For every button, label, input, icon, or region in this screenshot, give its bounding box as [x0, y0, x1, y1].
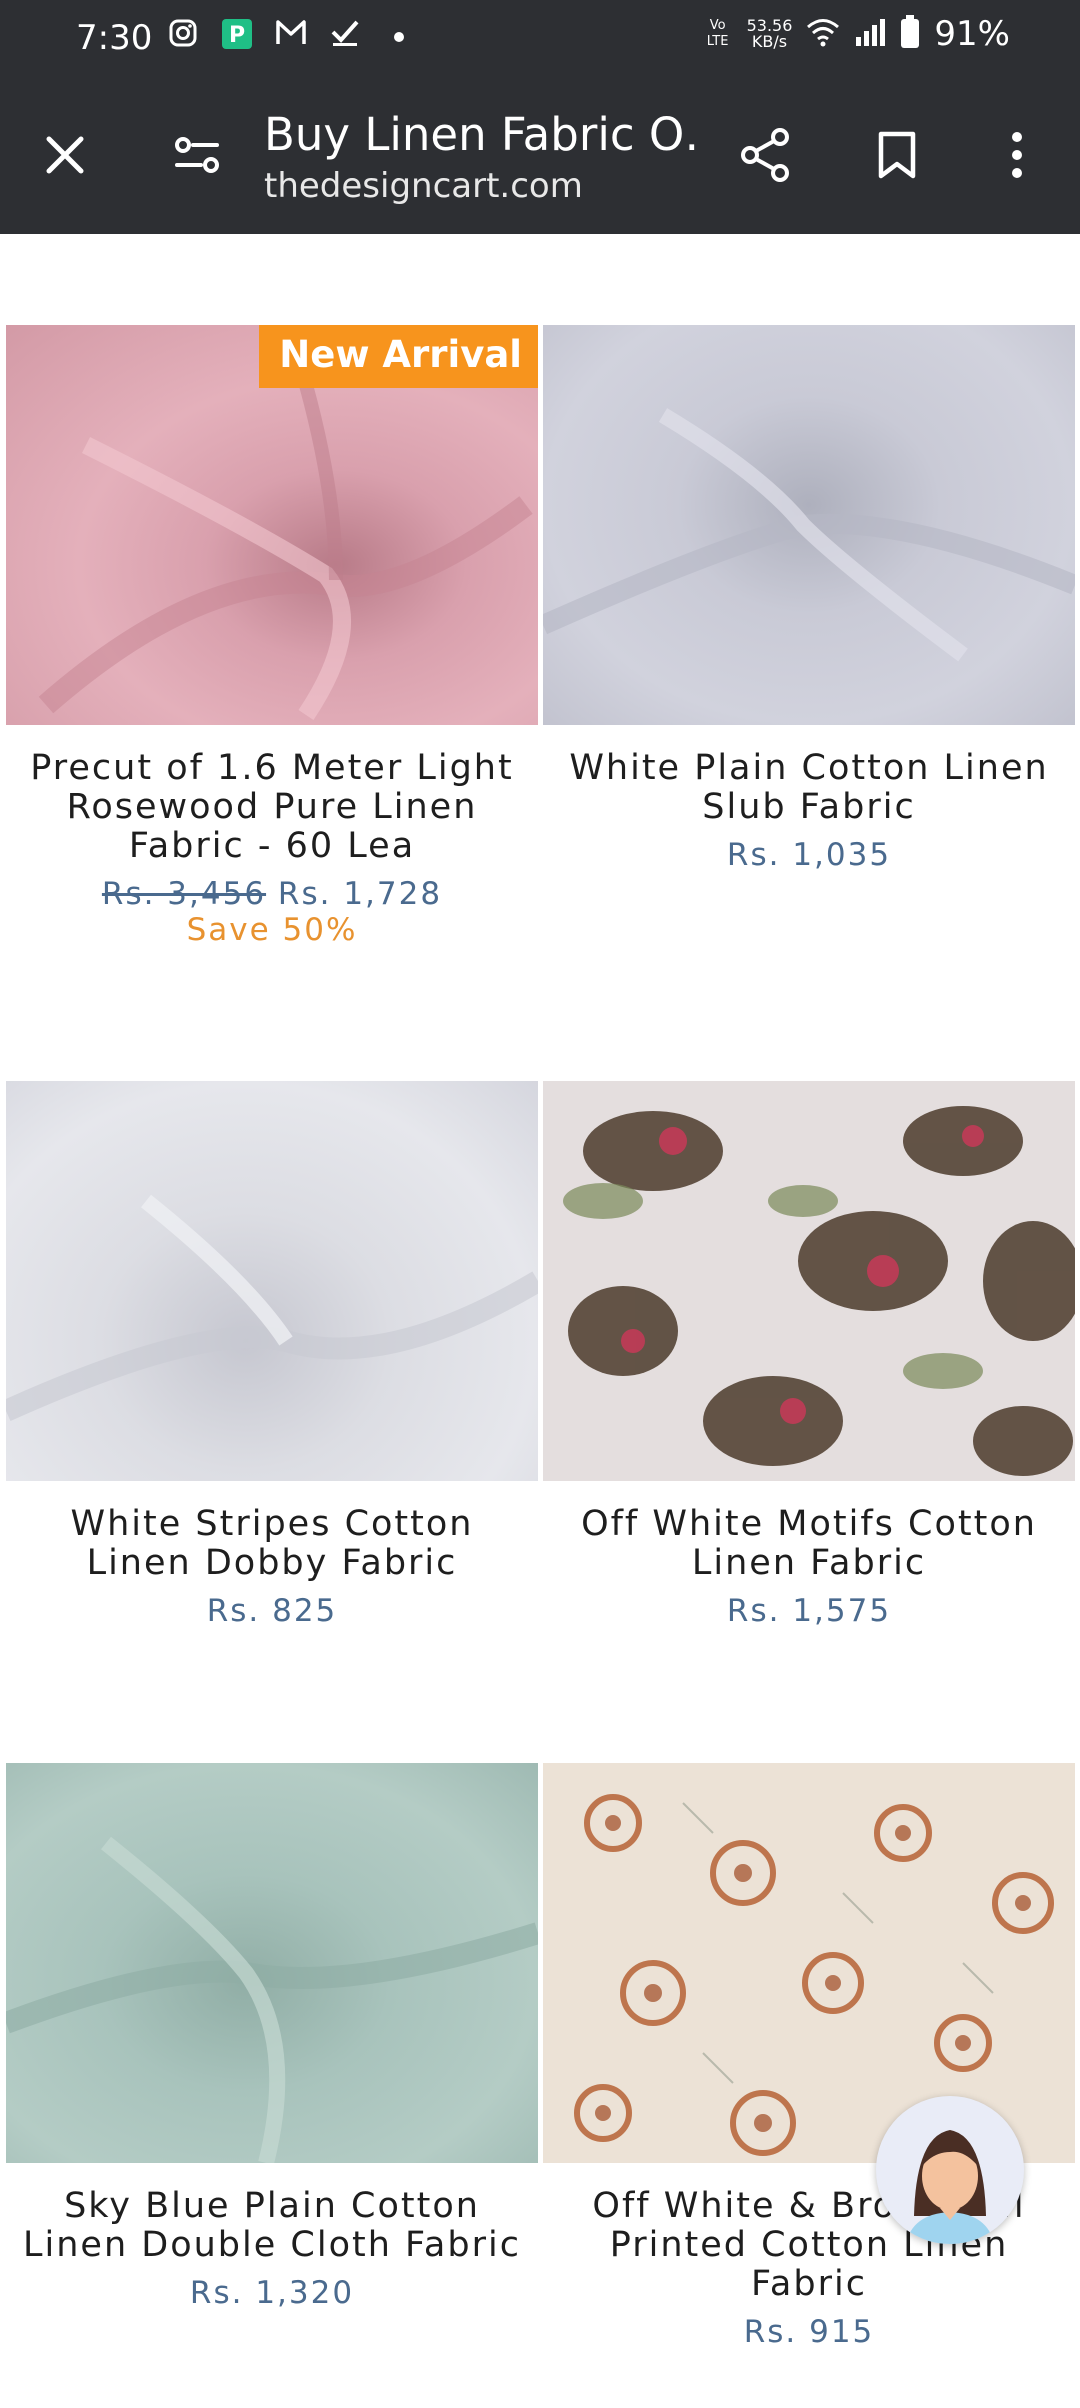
product-old-price: Rs. 3,456: [101, 876, 267, 912]
product-image[interactable]: New Arrival: [6, 325, 538, 725]
product-card[interactable]: White Plain Cotton Linen Slub Fabric Rs.…: [543, 325, 1075, 873]
product-image[interactable]: [543, 1081, 1075, 1481]
signal-icon: [854, 17, 886, 51]
product-price: Rs. 1,035: [726, 837, 892, 873]
svg-text:P: P: [229, 23, 245, 48]
close-icon[interactable]: [30, 120, 100, 190]
new-arrival-badge: New Arrival: [259, 325, 538, 388]
net-speed-unit: KB/s: [751, 32, 788, 51]
paytm-icon: P: [220, 18, 254, 52]
product-name[interactable]: Sky Blue Plain Cotton Linen Double Cloth…: [6, 2187, 538, 2265]
net-speed: 53.56 KB/s: [747, 18, 793, 50]
floral-print-texture: [574, 1794, 1054, 2156]
status-bar: 7:30 P Vo LTE 53.56 KB/s 91%: [0, 0, 1080, 78]
instagram-icon: [166, 18, 200, 52]
product-price: Rs. 915: [743, 2314, 875, 2350]
product-name[interactable]: Off White Motifs Cotton Linen Fabric: [543, 1505, 1075, 1583]
product-card[interactable]: New Arrival Precut of 1.6 Meter Light Ro…: [6, 325, 538, 948]
product-price: Rs. 825: [206, 1593, 338, 1629]
bookmark-icon[interactable]: [862, 120, 932, 190]
page-title[interactable]: Buy Linen Fabric O…: [264, 108, 704, 161]
product-card[interactable]: Sky Blue Plain Cotton Linen Double Cloth…: [6, 1763, 538, 2311]
status-notification-icons: P: [166, 18, 416, 52]
product-price: Rs. 3,456 Rs. 1,728: [6, 876, 538, 912]
fabric-fold-texture: [6, 1836, 538, 2163]
product-price: Rs. 1,575: [726, 1593, 892, 1629]
notification-dot-icon: [382, 18, 416, 52]
product-image[interactable]: [6, 1081, 538, 1481]
fabric-fold-texture: [6, 1194, 538, 1422]
floral-print-texture: [563, 1106, 1075, 1476]
battery-icon: [900, 15, 920, 53]
product-card[interactable]: Off White Motifs Cotton Linen Fabric Rs.…: [543, 1081, 1075, 1629]
product-price: Rs. 1,320: [189, 2275, 355, 2311]
gmail-icon: [274, 18, 308, 52]
product-sale-price: Rs. 1,728: [277, 876, 443, 912]
volte-label: Vo LTE: [706, 18, 729, 49]
product-image[interactable]: [543, 325, 1075, 725]
more-vert-icon[interactable]: [982, 120, 1052, 190]
product-image[interactable]: [543, 1763, 1075, 2163]
battery-percent: 91%: [934, 14, 1010, 54]
product-name[interactable]: White Stripes Cotton Linen Dobby Fabric: [6, 1505, 538, 1583]
share-icon[interactable]: [730, 120, 800, 190]
status-system-icons: Vo LTE 53.56 KB/s 91%: [703, 14, 1010, 54]
product-card[interactable]: White Stripes Cotton Linen Dobby Fabric …: [6, 1081, 538, 1629]
wifi-icon: [806, 17, 840, 51]
custom-tab-toolbar: Buy Linen Fabric O… thedesigncart.com: [0, 78, 1080, 234]
assistant-avatar-icon: [906, 2130, 994, 2244]
product-name[interactable]: White Plain Cotton Linen Slub Fabric: [543, 749, 1075, 827]
site-settings-icon[interactable]: [162, 120, 232, 190]
task-check-icon: [328, 18, 362, 52]
chat-assistant-button[interactable]: [876, 2096, 1024, 2244]
page-url[interactable]: thedesigncart.com: [264, 166, 583, 206]
status-time: 7:30: [76, 18, 153, 58]
fabric-fold-texture: [543, 408, 1075, 662]
product-card[interactable]: Off White & Brow… …l Printed Cotton Line…: [543, 1763, 1075, 2350]
product-name[interactable]: Precut of 1.6 Meter Light Rosewood Pure …: [6, 749, 538, 866]
product-image[interactable]: [6, 1763, 538, 2163]
product-save-label: Save 50%: [186, 912, 358, 948]
